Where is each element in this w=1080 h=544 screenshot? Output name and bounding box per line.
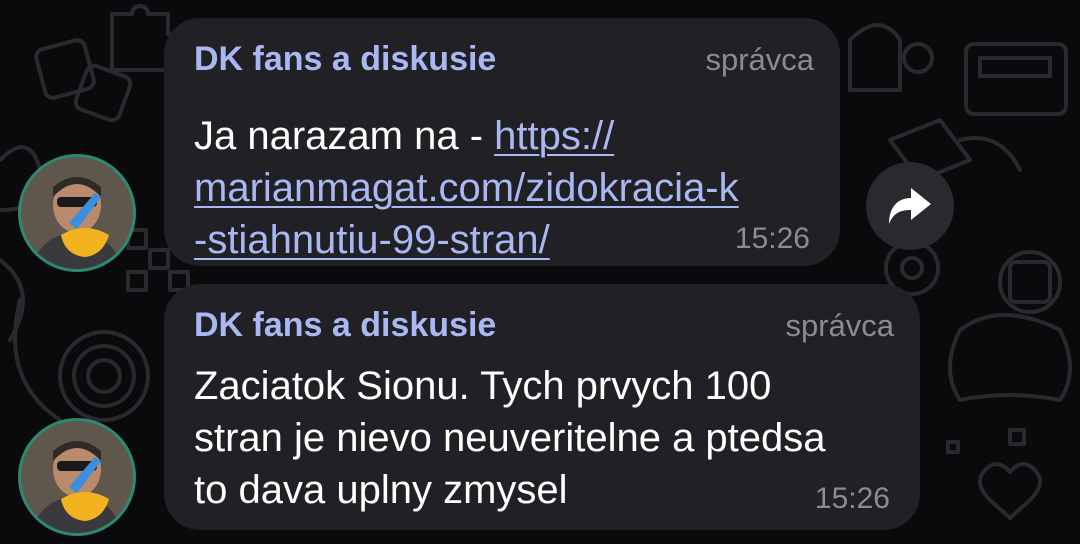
message-text-line: to dava uplny zmysel bbox=[194, 468, 568, 512]
message-text-line: stran je nievo neuveritelne a ptedsa bbox=[194, 416, 826, 460]
message-timestamp: 15:26 bbox=[814, 482, 890, 515]
message-bubble[interactable]: DK fans a diskusie správca Ja narazam na… bbox=[164, 18, 840, 266]
message-timestamp: 15:26 bbox=[734, 222, 810, 255]
message-text-prefix: Ja narazam na - bbox=[194, 114, 495, 158]
user-avatar-icon bbox=[21, 421, 133, 533]
message-text: Ja narazam na - https:// marianmagat.com… bbox=[194, 110, 739, 266]
message-text-line: Zaciatok Sionu. Tych prvych 100 bbox=[194, 364, 772, 408]
admin-badge: správca bbox=[785, 308, 894, 343]
message-link[interactable]: https:// bbox=[494, 114, 614, 158]
chat-view: DK fans a diskusie správca Ja narazam na… bbox=[0, 0, 1080, 544]
message-text: Zaciatok Sionu. Tych prvych 100 stran je… bbox=[194, 360, 826, 516]
forward-arrow-icon bbox=[889, 188, 931, 224]
message-sender[interactable]: DK fans a diskusie bbox=[194, 306, 496, 345]
message-sender[interactable]: DK fans a diskusie bbox=[194, 40, 496, 79]
message-link[interactable]: marianmagat.com/zidokracia-k bbox=[194, 166, 739, 210]
avatar[interactable] bbox=[18, 154, 136, 272]
message-bubble[interactable]: DK fans a diskusie správca Zaciatok Sion… bbox=[164, 284, 920, 530]
avatar[interactable] bbox=[18, 418, 136, 536]
user-avatar-icon bbox=[21, 157, 133, 269]
admin-badge: správca bbox=[705, 42, 814, 77]
message-link[interactable]: -stiahnutiu-99-stran/ bbox=[194, 218, 550, 262]
forward-button[interactable] bbox=[866, 162, 954, 250]
